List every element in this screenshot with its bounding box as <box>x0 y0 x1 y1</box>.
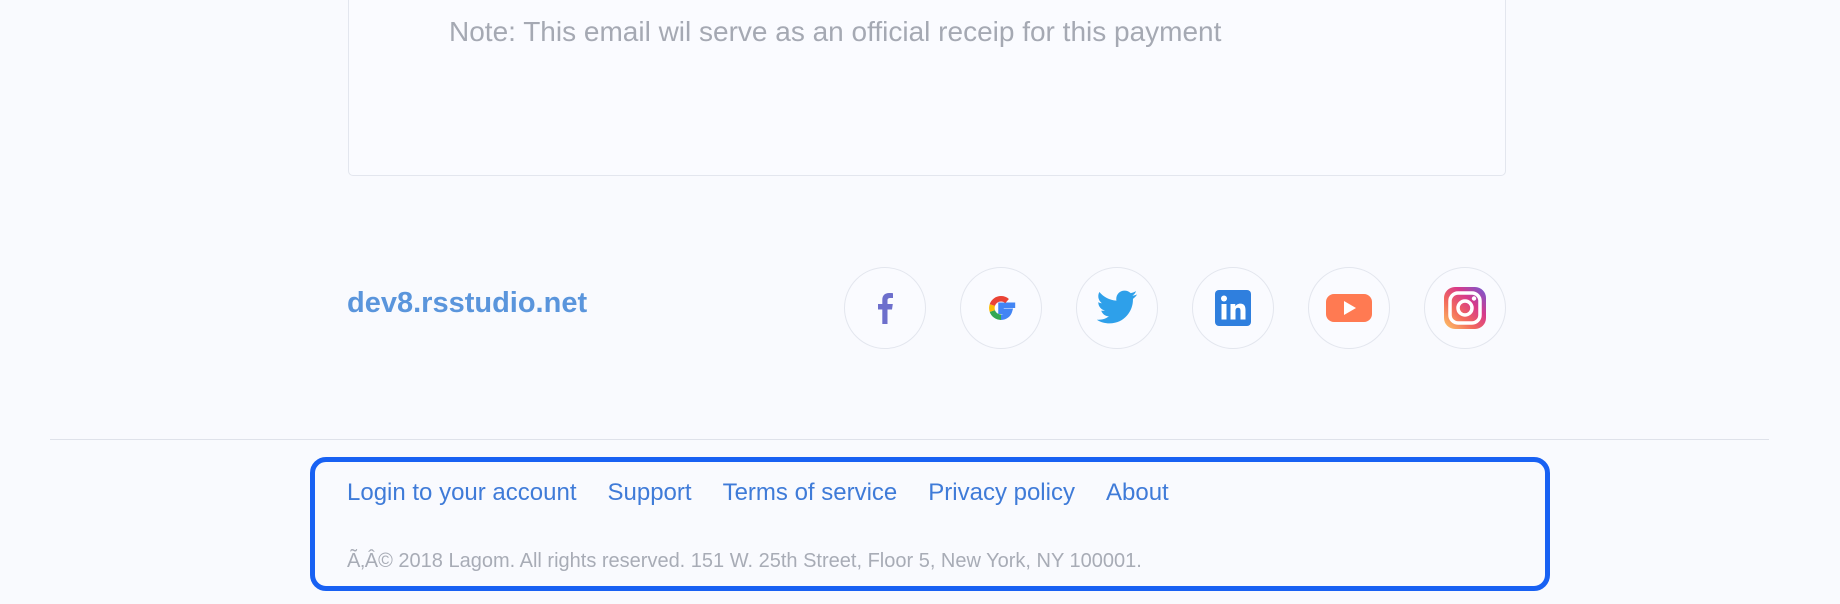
facebook-icon <box>878 293 893 324</box>
linkedin-icon <box>1215 290 1251 326</box>
about-link[interactable]: About <box>1106 479 1169 506</box>
support-link[interactable]: Support <box>608 479 692 506</box>
youtube-icon <box>1326 294 1372 322</box>
site-link[interactable]: dev8.rsstudio.net <box>347 287 587 320</box>
instagram-button[interactable] <box>1424 267 1506 349</box>
privacy-link[interactable]: Privacy policy <box>928 479 1075 506</box>
terms-link[interactable]: Terms of service <box>723 479 898 506</box>
twitter-icon <box>1096 290 1138 324</box>
copyright-text: Ã‚Â© 2018 Lagom. All rights reserved. 15… <box>347 550 1142 572</box>
footer-divider <box>50 439 1769 440</box>
linkedin-button[interactable] <box>1192 267 1274 349</box>
login-link[interactable]: Login to your account <box>347 479 577 506</box>
footer-links: Login to your account Support Terms of ser… <box>347 479 1169 507</box>
payment-note-text: Note: This email wil serve as an officia… <box>449 16 1222 47</box>
facebook-button[interactable] <box>844 267 926 349</box>
payment-note-card: Note: This email wil serve as an officia… <box>348 0 1506 176</box>
google-icon <box>989 296 1016 320</box>
youtube-button[interactable] <box>1308 267 1390 349</box>
instagram-icon <box>1444 287 1486 329</box>
twitter-button[interactable] <box>1076 267 1158 349</box>
google-button[interactable] <box>960 267 1042 349</box>
